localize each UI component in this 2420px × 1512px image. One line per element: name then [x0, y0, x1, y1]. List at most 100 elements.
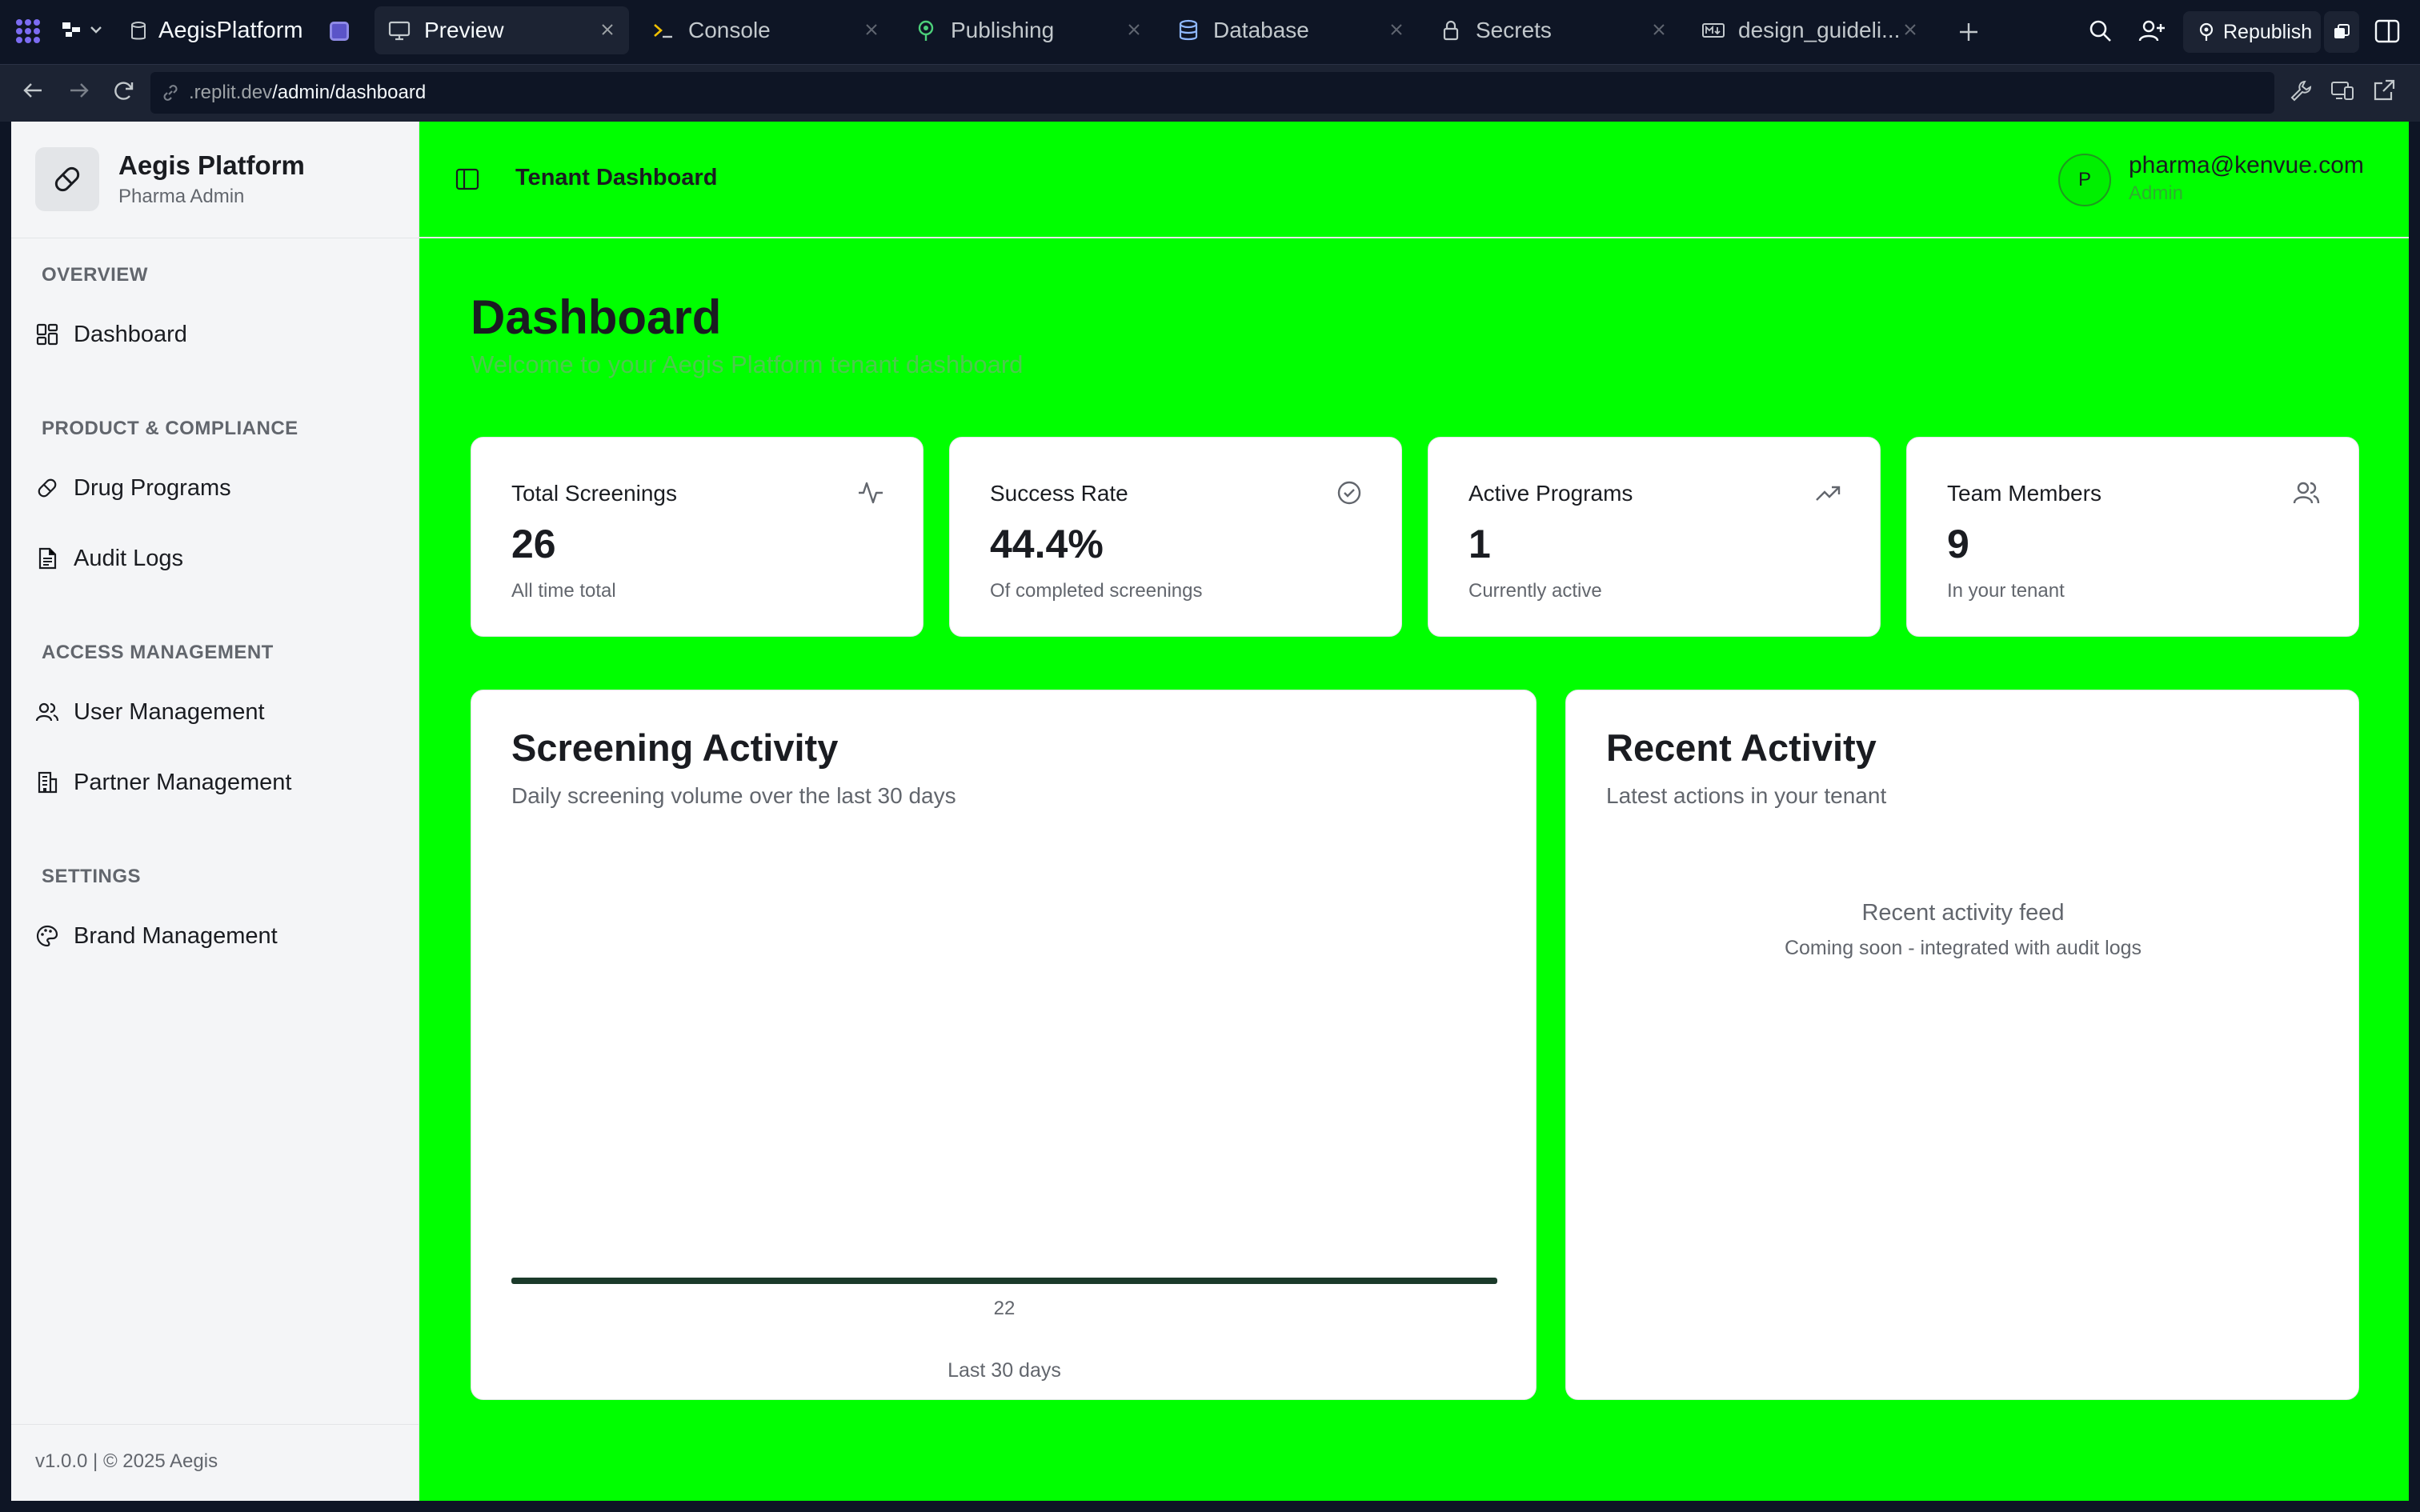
stat-card-team-members: Team Members 9 In your tenant [1906, 437, 2359, 637]
workspace-switcher[interactable] [61, 19, 104, 40]
tab-label: Database [1213, 18, 1309, 42]
url-path: /admin/dashboard [272, 82, 427, 103]
panel-toggle-icon[interactable] [2374, 18, 2401, 45]
avatar[interactable]: P [2058, 154, 2111, 206]
republish-options-button[interactable] [2324, 11, 2359, 53]
reload-icon[interactable] [112, 78, 136, 102]
sidebar-item-user-management[interactable]: User Management [35, 691, 395, 733]
devtools-wrench-icon[interactable] [2289, 78, 2313, 102]
app-preview: Aegis Platform Pharma Admin OVERVIEW Das… [11, 122, 2409, 1501]
sidebar-item-partner-management[interactable]: Partner Management [35, 762, 395, 803]
monitor-icon [388, 21, 411, 41]
stat-value: 44.4% [990, 522, 1104, 566]
terminal-icon [654, 24, 672, 38]
screening-activity-chart: 22 [511, 1278, 1497, 1319]
replit-topbar: AegisPlatform Preview Console Publishing… [0, 0, 2420, 64]
tab-console[interactable]: Console [639, 6, 893, 54]
page-title: Dashboard [471, 290, 722, 344]
chevron-down-icon [90, 26, 102, 34]
link-icon [163, 85, 178, 101]
brand-name: Aegis Platform [118, 150, 305, 180]
search-icon[interactable] [2087, 18, 2114, 45]
invite-user-icon[interactable] [2138, 18, 2166, 45]
screening-activity-card: Screening Activity Daily screening volum… [471, 690, 1537, 1400]
stat-label: Active Programs [1468, 481, 1633, 506]
close-icon[interactable] [1125, 21, 1143, 38]
sidebar-toggle-icon[interactable] [455, 166, 480, 192]
close-icon[interactable] [1388, 21, 1405, 38]
sidebar-item-label: Dashboard [74, 321, 187, 347]
close-icon[interactable] [1650, 21, 1668, 38]
sidebar-item-brand-management[interactable]: Brand Management [35, 915, 395, 957]
project-name[interactable]: AegisPlatform [130, 18, 303, 44]
user-role: Admin [2129, 182, 2184, 204]
tab-label: Console [688, 18, 771, 42]
new-tab-plus-icon[interactable] [1956, 19, 1981, 45]
users-icon [2293, 482, 2320, 504]
tab-preview[interactable]: Preview [375, 6, 629, 54]
replit-logo-icon[interactable] [14, 18, 42, 45]
brand-logo[interactable] [35, 147, 99, 211]
chart-bar[interactable] [511, 1278, 1497, 1284]
page-header-title: Tenant Dashboard [515, 165, 718, 190]
republish-label: Republish [2223, 20, 2313, 43]
stat-label: Total Screenings [511, 481, 678, 506]
project-name-label: AegisPlatform [158, 18, 303, 43]
pill-icon [54, 166, 80, 192]
tab-publishing[interactable]: Publishing [901, 6, 1156, 54]
empty-feed-title: Recent activity feed [1861, 900, 2065, 926]
empty-feed-subtitle: Coming soon - integrated with audit logs [1784, 937, 2142, 959]
status-badge [330, 22, 349, 41]
main-header: Tenant Dashboard P pharma@kenvue.com Adm… [419, 122, 2409, 238]
stat-card-success-rate: Success Rate 44.4% Of completed screenin… [949, 437, 1402, 637]
section-settings: SETTINGS [42, 866, 142, 887]
trending-up-icon [1816, 486, 1841, 501]
check-circle-icon [1337, 481, 1361, 505]
stat-value: 1 [1468, 522, 1491, 566]
pill-icon [38, 478, 57, 498]
stat-description: Currently active [1468, 580, 1602, 602]
tab-secrets[interactable]: Secrets [1426, 6, 1681, 54]
section-overview: OVERVIEW [42, 264, 148, 286]
url-host: .replit.dev [189, 82, 273, 103]
tab-label: Publishing [951, 18, 1055, 42]
database-icon [1179, 19, 1198, 41]
open-external-icon[interactable] [2372, 78, 2396, 102]
url-input[interactable]: .replit.dev/admin/dashboard [150, 72, 2274, 114]
sidebar-item-label: Audit Logs [74, 545, 184, 571]
forward-arrow-icon[interactable] [67, 78, 91, 102]
sidebar-item-drug-programs[interactable]: Drug Programs [35, 467, 395, 509]
user-email[interactable]: pharma@kenvue.com [2129, 152, 2364, 179]
page-subtitle: Welcome to your Aegis Platform tenant da… [471, 350, 1024, 378]
close-icon[interactable] [863, 21, 880, 38]
tab-label: Secrets [1476, 18, 1552, 42]
sidebar-footer: v1.0.0 | © 2025 Aegis [11, 1424, 419, 1501]
close-icon[interactable] [599, 21, 616, 38]
devices-icon[interactable] [2330, 78, 2354, 102]
palette-icon [36, 925, 58, 947]
recent-activity-card: Recent Activity Latest actions in your t… [1565, 690, 2359, 1400]
republish-button[interactable]: Republish [2183, 11, 2321, 53]
card-subtitle: Daily screening volume over the last 30 … [511, 783, 956, 808]
section-access-management: ACCESS MANAGEMENT [42, 642, 274, 663]
back-arrow-icon[interactable] [21, 78, 45, 102]
tab-database[interactable]: Database [1164, 6, 1418, 54]
building-icon [38, 771, 58, 794]
sidebar-item-label: Partner Management [74, 769, 292, 795]
window-stack-icon [2334, 24, 2350, 38]
stat-card-active-programs: Active Programs 1 Currently active [1428, 437, 1881, 637]
stat-card-total-screenings: Total Screenings 26 All time total [471, 437, 924, 637]
card-title: Screening Activity [511, 726, 839, 769]
section-product-compliance: PRODUCT & COMPLIANCE [42, 418, 298, 439]
database-small-icon [131, 21, 146, 39]
layout-icon [62, 22, 80, 37]
file-text-icon [38, 547, 57, 570]
stat-description: Of completed screenings [990, 580, 1203, 602]
tab-design-guidelines[interactable]: design_guideli... [1689, 6, 1932, 54]
sidebar-item-label: User Management [74, 698, 265, 725]
close-icon[interactable] [1901, 21, 1919, 38]
sidebar-item-dashboard[interactable]: Dashboard [35, 314, 395, 355]
grid-icon [36, 323, 58, 346]
publish-icon [918, 20, 934, 41]
sidebar-item-audit-logs[interactable]: Audit Logs [35, 538, 395, 579]
